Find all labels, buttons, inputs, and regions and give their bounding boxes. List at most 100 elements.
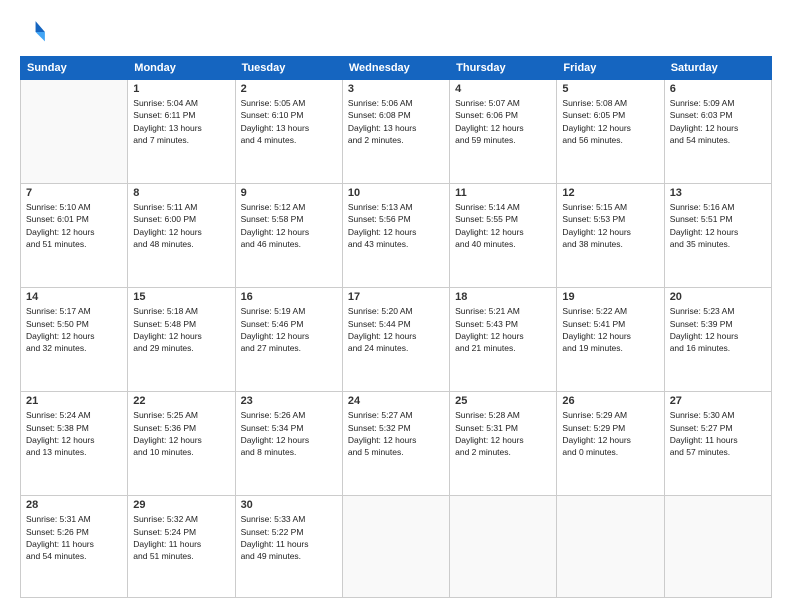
day-number: 20 [670, 291, 766, 303]
calendar-cell: 13 Sunrise: 5:16 AM Sunset: 5:51 PM Dayli… [664, 184, 771, 288]
logo-icon [20, 18, 48, 46]
day-info: Sunrise: 5:21 AM Sunset: 5:43 PM Dayligh… [455, 305, 551, 354]
day-info: Sunrise: 5:09 AM Sunset: 6:03 PM Dayligh… [670, 97, 766, 146]
page: SundayMondayTuesdayWednesdayThursdayFrid… [0, 0, 792, 612]
day-info: Sunrise: 5:18 AM Sunset: 5:48 PM Dayligh… [133, 305, 229, 354]
day-number: 1 [133, 83, 229, 95]
day-info: Sunrise: 5:23 AM Sunset: 5:39 PM Dayligh… [670, 305, 766, 354]
weekday-header-tuesday: Tuesday [235, 57, 342, 80]
calendar-cell: 9 Sunrise: 5:12 AM Sunset: 5:58 PM Daylig… [235, 184, 342, 288]
day-info: Sunrise: 5:31 AM Sunset: 5:26 PM Dayligh… [26, 513, 122, 562]
day-number: 15 [133, 291, 229, 303]
day-info: Sunrise: 5:08 AM Sunset: 6:05 PM Dayligh… [562, 97, 658, 146]
day-number: 30 [241, 499, 337, 511]
calendar-cell: 22 Sunrise: 5:25 AM Sunset: 5:36 PM Dayli… [128, 392, 235, 496]
weekday-header-friday: Friday [557, 57, 664, 80]
calendar-cell [342, 496, 449, 598]
calendar-cell: 28 Sunrise: 5:31 AM Sunset: 5:26 PM Dayli… [21, 496, 128, 598]
calendar-week-row: 14Sunrise: 5:17 AM Sunset: 5:50 PM Dayli… [21, 288, 772, 392]
day-number: 29 [133, 499, 229, 511]
calendar-cell [21, 80, 128, 184]
day-number: 16 [241, 291, 337, 303]
day-info: Sunrise: 5:14 AM Sunset: 5:55 PM Dayligh… [455, 201, 551, 250]
calendar-cell: 30 Sunrise: 5:33 AM Sunset: 5:22 PM Dayli… [235, 496, 342, 598]
day-info: Sunrise: 5:33 AM Sunset: 5:22 PM Dayligh… [241, 513, 337, 562]
day-info: Sunrise: 5:15 AM Sunset: 5:53 PM Dayligh… [562, 201, 658, 250]
calendar-cell: 26 Sunrise: 5:29 AM Sunset: 5:29 PM Dayli… [557, 392, 664, 496]
day-number: 17 [348, 291, 444, 303]
calendar-cell: 18Sunrise: 5:21 AM Sunset: 5:43 PM Dayli… [450, 288, 557, 392]
calendar-cell: 11 Sunrise: 5:14 AM Sunset: 5:55 PM Dayli… [450, 184, 557, 288]
day-info: Sunrise: 5:11 AM Sunset: 6:00 PM Dayligh… [133, 201, 229, 250]
day-info: Sunrise: 5:32 AM Sunset: 5:24 PM Dayligh… [133, 513, 229, 562]
calendar-cell: 21Sunrise: 5:24 AM Sunset: 5:38 PM Dayli… [21, 392, 128, 496]
day-number: 9 [241, 187, 337, 199]
day-info: Sunrise: 5:13 AM Sunset: 5:56 PM Dayligh… [348, 201, 444, 250]
weekday-header-monday: Monday [128, 57, 235, 80]
calendar-cell: 25Sunrise: 5:28 AM Sunset: 5:31 PM Dayli… [450, 392, 557, 496]
day-info: Sunrise: 5:20 AM Sunset: 5:44 PM Dayligh… [348, 305, 444, 354]
day-info: Sunrise: 5:29 AM Sunset: 5:29 PM Dayligh… [562, 409, 658, 458]
day-number: 19 [562, 291, 658, 303]
calendar-cell: 1 Sunrise: 5:04 AM Sunset: 6:11 PM Daylig… [128, 80, 235, 184]
calendar-cell [557, 496, 664, 598]
day-info: Sunrise: 5:06 AM Sunset: 6:08 PM Dayligh… [348, 97, 444, 146]
day-number: 2 [241, 83, 337, 95]
calendar-cell: 20 Sunrise: 5:23 AM Sunset: 5:39 PM Dayli… [664, 288, 771, 392]
day-number: 26 [562, 395, 658, 407]
day-number: 14 [26, 291, 122, 303]
logo [20, 18, 52, 46]
day-info: Sunrise: 5:12 AM Sunset: 5:58 PM Dayligh… [241, 201, 337, 250]
day-number: 25 [455, 395, 551, 407]
weekday-header-saturday: Saturday [664, 57, 771, 80]
day-number: 8 [133, 187, 229, 199]
header [20, 18, 772, 46]
calendar-cell: 8 Sunrise: 5:11 AM Sunset: 6:00 PM Daylig… [128, 184, 235, 288]
calendar-cell: 4 Sunrise: 5:07 AM Sunset: 6:06 PM Daylig… [450, 80, 557, 184]
day-number: 5 [562, 83, 658, 95]
day-number: 23 [241, 395, 337, 407]
day-number: 4 [455, 83, 551, 95]
calendar-cell: 16 Sunrise: 5:19 AM Sunset: 5:46 PM Dayli… [235, 288, 342, 392]
day-number: 27 [670, 395, 766, 407]
day-number: 10 [348, 187, 444, 199]
calendar-cell [664, 496, 771, 598]
calendar-week-row: 7 Sunrise: 5:10 AM Sunset: 6:01 PM Daylig… [21, 184, 772, 288]
day-info: Sunrise: 5:26 AM Sunset: 5:34 PM Dayligh… [241, 409, 337, 458]
day-number: 7 [26, 187, 122, 199]
day-info: Sunrise: 5:25 AM Sunset: 5:36 PM Dayligh… [133, 409, 229, 458]
calendar-cell: 23 Sunrise: 5:26 AM Sunset: 5:34 PM Dayli… [235, 392, 342, 496]
calendar-week-row: 28 Sunrise: 5:31 AM Sunset: 5:26 PM Dayli… [21, 496, 772, 598]
calendar-cell: 24 Sunrise: 5:27 AM Sunset: 5:32 PM Dayli… [342, 392, 449, 496]
calendar-cell: 29 Sunrise: 5:32 AM Sunset: 5:24 PM Dayli… [128, 496, 235, 598]
calendar-cell: 10 Sunrise: 5:13 AM Sunset: 5:56 PM Dayli… [342, 184, 449, 288]
weekday-header-thursday: Thursday [450, 57, 557, 80]
day-number: 21 [26, 395, 122, 407]
day-info: Sunrise: 5:16 AM Sunset: 5:51 PM Dayligh… [670, 201, 766, 250]
day-info: Sunrise: 5:10 AM Sunset: 6:01 PM Dayligh… [26, 201, 122, 250]
weekday-header-row: SundayMondayTuesdayWednesdayThursdayFrid… [21, 57, 772, 80]
weekday-header-sunday: Sunday [21, 57, 128, 80]
calendar-cell: 7 Sunrise: 5:10 AM Sunset: 6:01 PM Daylig… [21, 184, 128, 288]
day-number: 13 [670, 187, 766, 199]
day-info: Sunrise: 5:04 AM Sunset: 6:11 PM Dayligh… [133, 97, 229, 146]
calendar-week-row: 21Sunrise: 5:24 AM Sunset: 5:38 PM Dayli… [21, 392, 772, 496]
calendar-week-row: 1 Sunrise: 5:04 AM Sunset: 6:11 PM Daylig… [21, 80, 772, 184]
day-number: 12 [562, 187, 658, 199]
calendar-cell [450, 496, 557, 598]
calendar-cell: 12 Sunrise: 5:15 AM Sunset: 5:53 PM Dayli… [557, 184, 664, 288]
day-number: 22 [133, 395, 229, 407]
calendar-table: SundayMondayTuesdayWednesdayThursdayFrid… [20, 56, 772, 598]
calendar-cell: 27Sunrise: 5:30 AM Sunset: 5:27 PM Dayli… [664, 392, 771, 496]
day-info: Sunrise: 5:27 AM Sunset: 5:32 PM Dayligh… [348, 409, 444, 458]
day-number: 24 [348, 395, 444, 407]
day-number: 3 [348, 83, 444, 95]
day-number: 28 [26, 499, 122, 511]
day-info: Sunrise: 5:07 AM Sunset: 6:06 PM Dayligh… [455, 97, 551, 146]
calendar-cell: 6 Sunrise: 5:09 AM Sunset: 6:03 PM Daylig… [664, 80, 771, 184]
day-info: Sunrise: 5:19 AM Sunset: 5:46 PM Dayligh… [241, 305, 337, 354]
calendar-cell: 19Sunrise: 5:22 AM Sunset: 5:41 PM Dayli… [557, 288, 664, 392]
day-number: 6 [670, 83, 766, 95]
calendar-cell: 2Sunrise: 5:05 AM Sunset: 6:10 PM Daylig… [235, 80, 342, 184]
day-number: 11 [455, 187, 551, 199]
